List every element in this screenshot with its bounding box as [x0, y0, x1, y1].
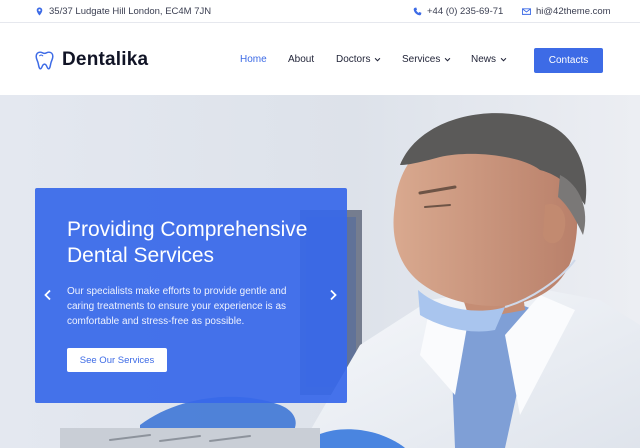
- nav-item-home[interactable]: Home: [240, 23, 267, 95]
- map-pin-icon: [36, 7, 43, 16]
- nav-item-news[interactable]: News: [471, 23, 507, 95]
- nav-item-doctors[interactable]: Doctors: [336, 23, 381, 95]
- address-text: 35/37 Ludgate Hill London, EC4M 7JN: [49, 6, 212, 17]
- top-info-bar: 35/37 Ludgate Hill London, EC4M 7JN +44 …: [0, 0, 640, 23]
- email-text[interactable]: hi@42theme.com: [536, 6, 611, 17]
- phone-text[interactable]: +44 (0) 235-69-71: [427, 6, 503, 17]
- nav-about-label: About: [288, 53, 315, 65]
- nav-item-about[interactable]: About: [288, 23, 314, 95]
- nav-item-services[interactable]: Services: [402, 23, 451, 95]
- nav-doctors-label: Doctors: [336, 53, 371, 65]
- slider-next-button[interactable]: [326, 286, 340, 304]
- hero-text: Our specialists make efforts to provide …: [67, 286, 287, 327]
- hero-slide-card: Providing Comprehensive Dental Services …: [35, 188, 347, 403]
- hero-slider: Providing Comprehensive Dental Services …: [0, 95, 640, 448]
- nav-news-label: News: [471, 53, 497, 65]
- nav-home-label: Home: [240, 53, 267, 65]
- envelope-icon: [522, 8, 531, 15]
- nav-services-label: Services: [402, 53, 441, 65]
- phone-info[interactable]: +44 (0) 235-69-71: [413, 0, 503, 23]
- address-info: 35/37 Ludgate Hill London, EC4M 7JN: [35, 0, 211, 23]
- contacts-button[interactable]: Contacts: [534, 48, 603, 73]
- hero-title: Providing Comprehensive Dental Services: [67, 218, 308, 267]
- chevron-down-icon: [445, 57, 451, 61]
- phone-icon: [413, 7, 422, 16]
- email-info[interactable]: hi@42theme.com: [522, 0, 611, 23]
- chevron-left-icon: [44, 289, 51, 301]
- chevron-down-icon: [500, 57, 507, 61]
- chevron-down-icon: [375, 57, 381, 61]
- see-services-button[interactable]: See Our Services: [67, 348, 167, 372]
- chevron-right-icon: [330, 289, 337, 301]
- site-header: Dentalika Home About Doctors Services Ne…: [0, 23, 640, 95]
- slider-prev-button[interactable]: [41, 286, 55, 304]
